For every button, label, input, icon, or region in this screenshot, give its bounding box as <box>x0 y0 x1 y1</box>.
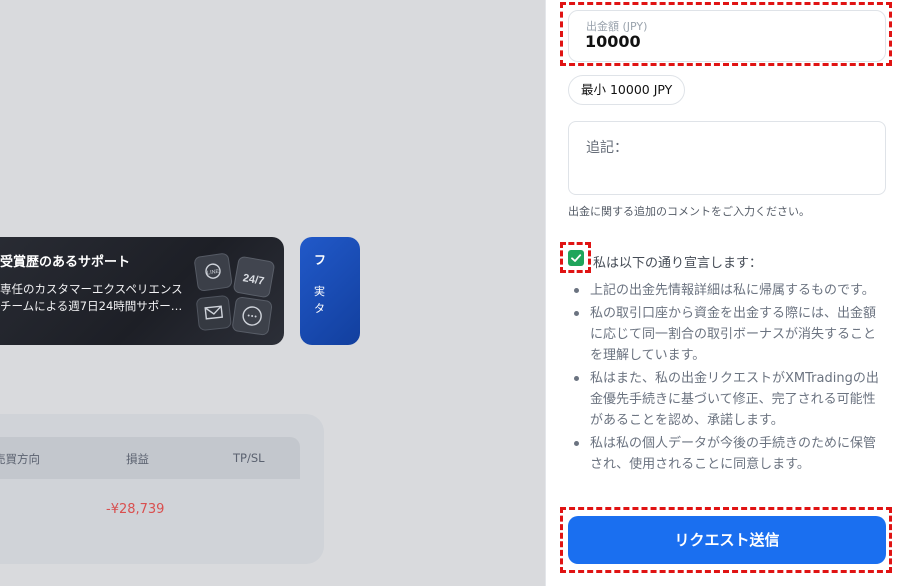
note-placeholder: 追記： <box>586 140 628 156</box>
pnl-value: -¥28,739 <box>106 502 165 517</box>
column-header-tpsl: TP/SL <box>233 451 265 465</box>
list-item: 私は私の個人データが今後の手続きのために保管され、使用されることに同意します。 <box>568 433 888 475</box>
support-cubes-icon: LINE 24/7 <box>194 253 275 336</box>
promo2-description: 実 タ <box>314 285 325 315</box>
amount-value[interactable]: 10000 <box>585 32 641 51</box>
promo-title: 受賞歴のあるサポート <box>0 255 131 270</box>
second-promo-card[interactable]: フ 実 タ <box>300 237 360 345</box>
declaration-label: 私は以下の通り宣言します： <box>593 256 763 271</box>
promo-description: 専任のカスタマーエクスペリエンス チームによる週7日24時間サポー… <box>0 282 183 313</box>
minimum-amount-chip[interactable]: 最小 10000 JPY <box>568 75 686 105</box>
withdrawal-amount-field[interactable]: 出金額 (JPY) 10000 <box>568 10 886 62</box>
background-page: 受賞歴のあるサポート 専任のカスタマーエクスペリエンス チームによる週7日24時… <box>0 0 545 586</box>
positions-table: 売買方向 損益 TP/SL -¥28,739 <box>0 414 324 564</box>
support-promo-card[interactable]: 受賞歴のあるサポート 専任のカスタマーエクスペリエンス チームによる週7日24時… <box>0 237 284 345</box>
note-textarea[interactable]: 追記： <box>568 121 886 195</box>
positions-header-row: 売買方向 損益 TP/SL <box>0 437 300 479</box>
column-header-direction: 売買方向 <box>0 452 40 466</box>
column-header-pnl: 損益 <box>126 452 149 466</box>
submit-request-button[interactable]: リクエスト送信 <box>568 516 886 564</box>
list-item: 上記の出金先情報詳細は私に帰属するものです。 <box>568 280 888 301</box>
check-icon <box>571 254 582 262</box>
note-help-text: 出金に関する追加のコメントをご入力ください。 <box>568 205 810 218</box>
withdrawal-panel: 出金額 (JPY) 10000 最小 10000 JPY 追記： 出金に関する追… <box>545 0 900 586</box>
declaration-terms-list: 上記の出金先情報詳細は私に帰属するものです。 私の取引口座から資金を出金する際に… <box>568 280 888 477</box>
promo2-title: フ <box>314 253 327 267</box>
list-item: 私はまた、私の出金リクエストがXMTradingの出金優先手続きに基づいて修正、… <box>568 368 888 431</box>
list-item: 私の取引口座から資金を出金する際には、出金額に応じて同一割合の取引ボーナスが消失… <box>568 303 888 366</box>
declaration-checkbox[interactable] <box>568 250 584 266</box>
